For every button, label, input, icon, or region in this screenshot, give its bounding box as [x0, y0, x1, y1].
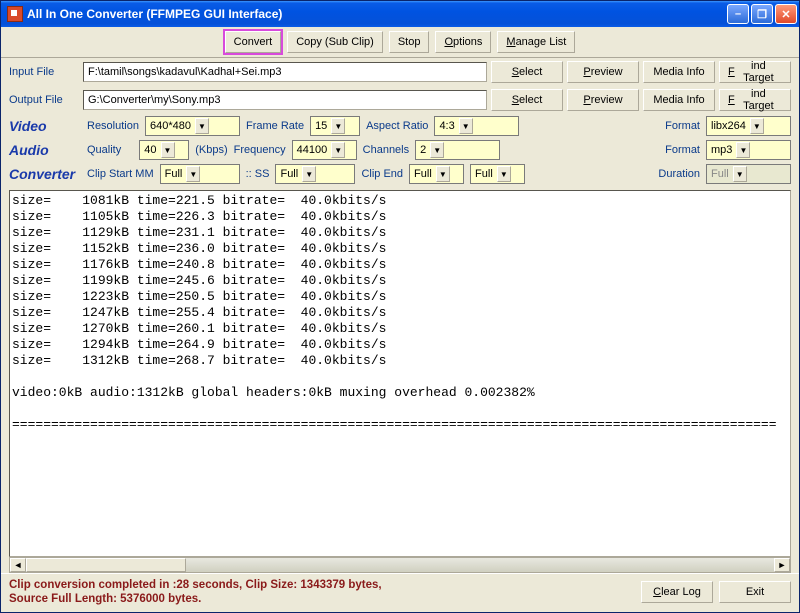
quality-combo[interactable]: 40▼ — [139, 140, 189, 160]
input-file-row: Input File Select Preview Media Info Fin… — [1, 58, 799, 86]
input-file-label: Input File — [9, 66, 79, 78]
chevron-down-icon: ▼ — [750, 118, 764, 134]
converter-row: Converter Clip Start MM Full▼ :: SS Full… — [1, 162, 799, 186]
video-section-label: Video — [9, 118, 81, 134]
chevron-down-icon: ▼ — [161, 142, 175, 158]
close-button[interactable]: ✕ — [775, 4, 797, 24]
audio-row: Audio Quality 40▼ (Kbps) Frequency 44100… — [1, 138, 799, 162]
ss-label: :: SS — [246, 168, 270, 180]
chevron-down-icon: ▼ — [430, 142, 444, 158]
channels-combo[interactable]: 2▼ — [415, 140, 500, 160]
input-preview-button[interactable]: Preview — [567, 61, 639, 83]
log-output[interactable]: size= 1081kB time=221.5 bitrate= 40.0kbi… — [9, 190, 791, 557]
audio-format-label: Format — [665, 144, 700, 156]
log-scrollbar[interactable]: ◄ ► — [9, 557, 791, 573]
kbps-label: (Kbps) — [195, 144, 227, 156]
clipstart-ss-combo[interactable]: Full▼ — [275, 164, 355, 184]
output-file-field[interactable] — [83, 90, 487, 110]
chevron-down-icon: ▼ — [186, 166, 200, 182]
minimize-button[interactable]: – — [727, 4, 749, 24]
manage-list-button[interactable]: Manage List — [497, 31, 575, 53]
chevron-down-icon: ▼ — [459, 118, 473, 134]
duration-combo[interactable]: Full▼ — [706, 164, 791, 184]
chevron-down-icon: ▼ — [497, 166, 511, 182]
video-row: Video Resolution 640*480▼ Frame Rate 15▼… — [1, 114, 799, 138]
video-format-label: Format — [665, 120, 700, 132]
chevron-down-icon: ▼ — [331, 142, 345, 158]
footer: Clip conversion completed in :28 seconds… — [1, 573, 799, 612]
copy-subclip-button[interactable]: Copy (Sub Clip) — [287, 31, 383, 53]
output-file-row: Output File Select Preview Media Info Fi… — [1, 86, 799, 114]
chevron-down-icon: ▼ — [302, 166, 316, 182]
status-line-1: Clip conversion completed in :28 seconds… — [9, 578, 635, 592]
scroll-thumb[interactable] — [26, 558, 186, 572]
scroll-track[interactable] — [26, 558, 774, 572]
audio-format-combo[interactable]: mp3▼ — [706, 140, 791, 160]
resolution-combo[interactable]: 640*480▼ — [145, 116, 240, 136]
aspect-combo[interactable]: 4:3▼ — [434, 116, 519, 136]
input-file-field[interactable] — [83, 62, 487, 82]
input-select-button[interactable]: Select — [491, 61, 563, 83]
stop-button[interactable]: Stop — [389, 31, 430, 53]
titlebar: All In One Converter (FFMPEG GUI Interfa… — [1, 1, 799, 27]
output-mediainfo-button[interactable]: Media Info — [643, 89, 715, 111]
input-mediainfo-button[interactable]: Media Info — [643, 61, 715, 83]
clipstart-label: Clip Start MM — [87, 168, 154, 180]
framerate-label: Frame Rate — [246, 120, 304, 132]
frequency-combo[interactable]: 44100▼ — [292, 140, 357, 160]
chevron-down-icon: ▼ — [436, 166, 450, 182]
main-toolbar: Convert Copy (Sub Clip) Stop Options Man… — [1, 27, 799, 58]
output-findtarget-button[interactable]: Find Target — [719, 89, 791, 111]
output-select-button[interactable]: Select — [491, 89, 563, 111]
convert-button[interactable]: Convert — [225, 31, 282, 53]
channels-label: Channels — [363, 144, 409, 156]
app-icon — [7, 6, 23, 22]
video-format-combo[interactable]: libx264▼ — [706, 116, 791, 136]
window-title: All In One Converter (FFMPEG GUI Interfa… — [27, 7, 727, 21]
status-text: Clip conversion completed in :28 seconds… — [9, 578, 635, 606]
output-preview-button[interactable]: Preview — [567, 89, 639, 111]
clear-log-button[interactable]: Clear Log — [641, 581, 713, 603]
duration-label: Duration — [658, 168, 700, 180]
options-button[interactable]: Options — [435, 31, 491, 53]
clipend-mm-combo[interactable]: Full▼ — [409, 164, 464, 184]
clipstart-mm-combo[interactable]: Full▼ — [160, 164, 240, 184]
chevron-down-icon: ▼ — [736, 142, 750, 158]
clipend-label: Clip End — [361, 168, 403, 180]
exit-button[interactable]: Exit — [719, 581, 791, 603]
aspect-label: Aspect Ratio — [366, 120, 428, 132]
framerate-combo[interactable]: 15▼ — [310, 116, 360, 136]
audio-section-label: Audio — [9, 142, 81, 158]
quality-label: Quality — [87, 144, 121, 156]
status-line-2: Source Full Length: 5376000 bytes. — [9, 592, 635, 606]
chevron-down-icon: ▼ — [733, 166, 747, 182]
frequency-label: Frequency — [234, 144, 286, 156]
chevron-down-icon: ▼ — [195, 118, 209, 134]
resolution-label: Resolution — [87, 120, 139, 132]
chevron-down-icon: ▼ — [331, 118, 345, 134]
maximize-button[interactable]: ❐ — [751, 4, 773, 24]
converter-section-label: Converter — [9, 166, 81, 182]
output-file-label: Output File — [9, 94, 79, 106]
app-window: All In One Converter (FFMPEG GUI Interfa… — [0, 0, 800, 613]
input-findtarget-button[interactable]: Find Target — [719, 61, 791, 83]
scroll-right-icon[interactable]: ► — [774, 558, 790, 572]
scroll-left-icon[interactable]: ◄ — [10, 558, 26, 572]
clipend-ss-combo[interactable]: Full▼ — [470, 164, 525, 184]
